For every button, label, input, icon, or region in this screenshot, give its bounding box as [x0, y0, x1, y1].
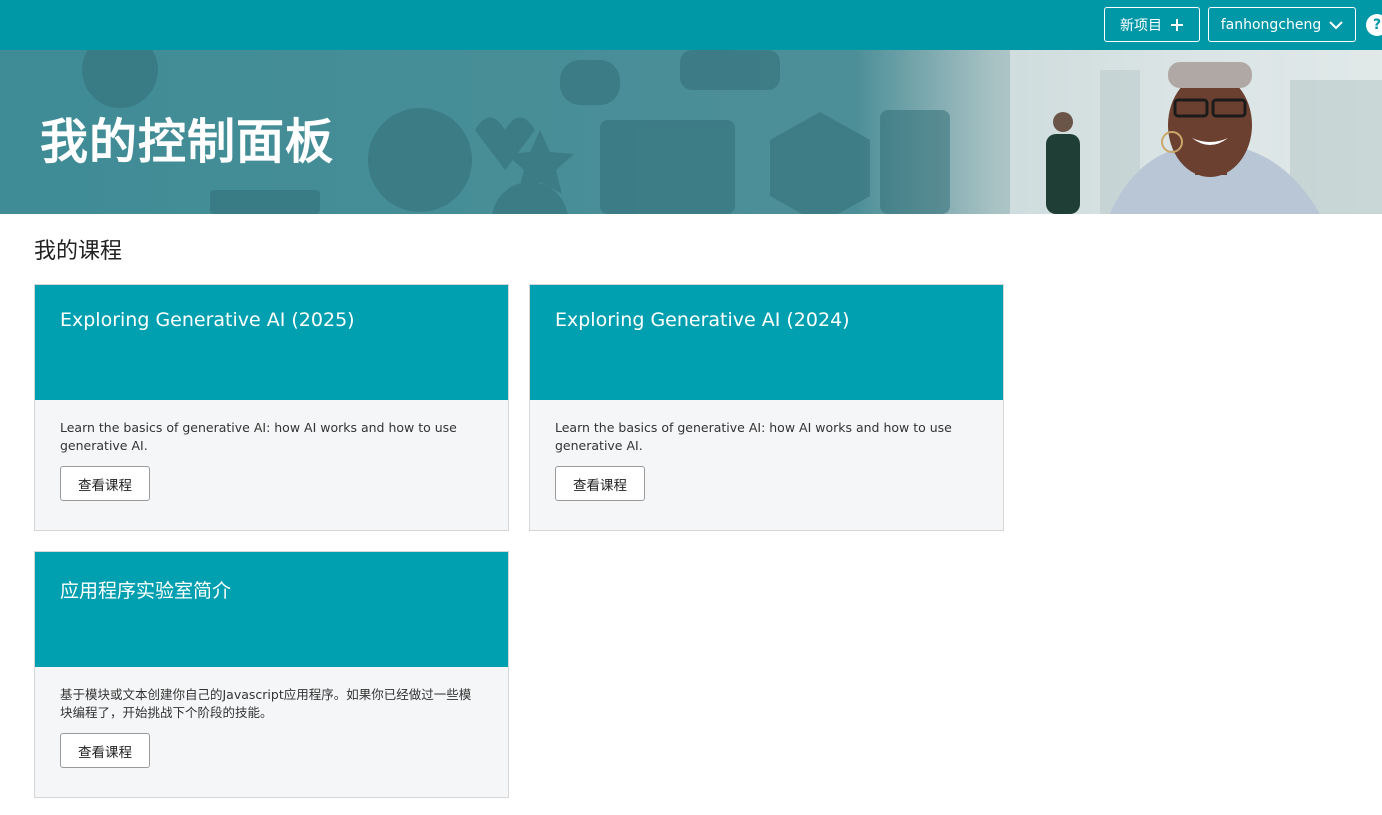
- my-courses-heading: 我的课程: [34, 239, 123, 264]
- plus-icon: [1171, 18, 1183, 31]
- course-card-header: 应用程序实验室简介: [35, 552, 508, 667]
- course-card-header: Exploring Generative AI (2024): [530, 285, 1003, 400]
- course-card-body: Learn the basics of generative AI: how A…: [530, 400, 1003, 501]
- course-card-body: Learn the basics of generative AI: how A…: [35, 400, 508, 501]
- course-card-body: 基于模块或文本创建你自己的Javascript应用程序。如果你已经做过一些模块编…: [35, 667, 508, 768]
- page-title: 我的控制面板: [40, 114, 335, 170]
- course-card: 应用程序实验室简介 基于模块或文本创建你自己的Javascript应用程序。如果…: [34, 551, 509, 798]
- course-description: 基于模块或文本创建你自己的Javascript应用程序。如果你已经做过一些模块编…: [60, 687, 472, 720]
- view-course-button[interactable]: 查看课程: [555, 466, 645, 501]
- course-title: Exploring Generative AI (2025): [60, 309, 355, 331]
- course-title: Exploring Generative AI (2024): [555, 309, 850, 331]
- course-card: Exploring Generative AI (2024) Learn the…: [529, 284, 1004, 531]
- user-menu-button[interactable]: fanhongcheng: [1208, 7, 1356, 42]
- view-course-button[interactable]: 查看课程: [60, 466, 150, 501]
- help-icon[interactable]: ?: [1366, 14, 1382, 36]
- course-card: Exploring Generative AI (2025) Learn the…: [34, 284, 509, 531]
- course-description: Learn the basics of generative AI: how A…: [60, 420, 457, 453]
- chevron-down-icon: [1329, 20, 1343, 29]
- dashboard-banner: 我的控制面板: [0, 50, 1382, 214]
- new-project-label: 新项目: [1120, 17, 1162, 34]
- course-card-header: Exploring Generative AI (2025): [35, 285, 508, 400]
- top-navbar: 新项目 fanhongcheng ?: [0, 0, 1382, 50]
- view-course-button[interactable]: 查看课程: [60, 733, 150, 768]
- new-project-button[interactable]: 新项目: [1104, 7, 1200, 42]
- username-label: fanhongcheng: [1220, 16, 1322, 33]
- course-title: 应用程序实验室简介: [60, 580, 232, 602]
- course-description: Learn the basics of generative AI: how A…: [555, 420, 952, 453]
